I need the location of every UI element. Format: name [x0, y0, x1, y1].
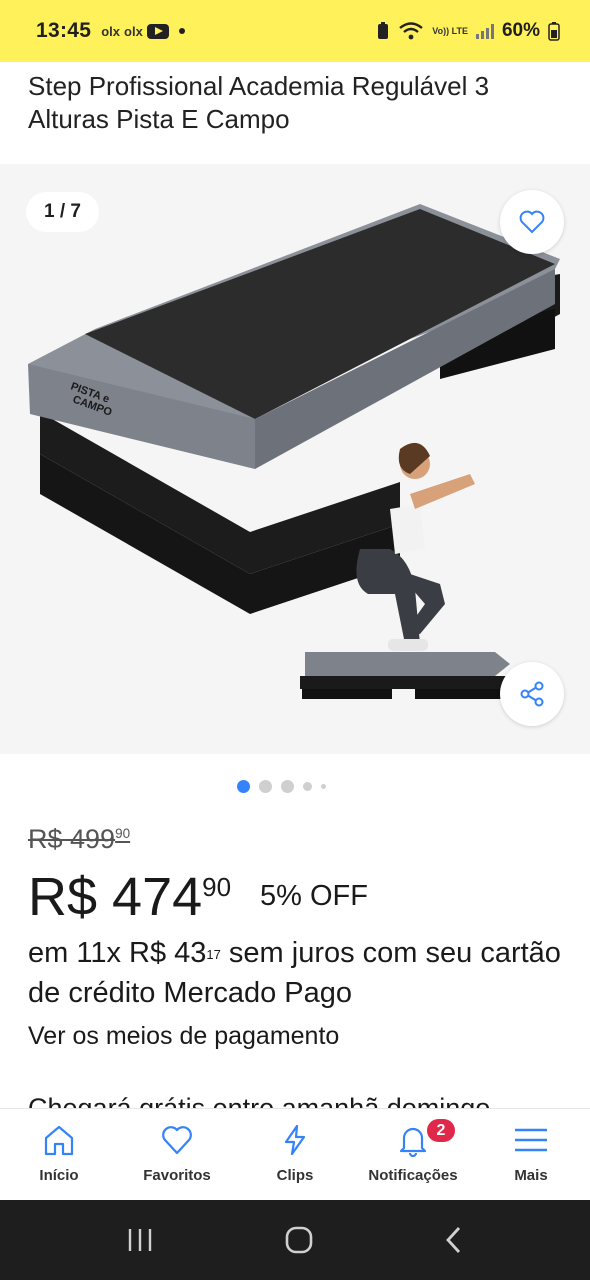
heart-icon [162, 1126, 192, 1155]
carousel-dot[interactable] [259, 780, 272, 793]
system-navigation-bar [0, 1200, 590, 1280]
notification-badge: 2 [425, 1117, 457, 1144]
wifi-icon [399, 22, 424, 40]
carousel-dot-active[interactable] [237, 780, 250, 793]
olx-notification-icon: olx [124, 23, 143, 39]
tab-mais[interactable]: Mais [472, 1109, 590, 1200]
olx-notification-icon: olx [101, 23, 121, 39]
tab-label: Clips [276, 1167, 314, 1184]
carousel-dot[interactable] [321, 784, 326, 789]
carousel-pagination[interactable] [237, 780, 326, 793]
step-platform-illustration: PISTA e CAMPO [28, 204, 560, 614]
carousel-dot[interactable] [281, 780, 294, 793]
back-icon[interactable] [443, 1225, 465, 1255]
home-icon [44, 1125, 74, 1156]
signal-icon [475, 23, 494, 39]
battery-saver-icon [378, 22, 389, 39]
product-image-gallery[interactable]: PISTA e CAMPO 1 / 7 [0, 164, 590, 754]
status-time: 13:45 [36, 19, 92, 42]
tab-clips[interactable]: Clips [236, 1109, 354, 1200]
home-button-icon[interactable] [284, 1225, 314, 1255]
discount-badge: 5% OFF [260, 880, 368, 912]
recent-apps-icon[interactable] [125, 1227, 155, 1253]
lte-indicator: Vo)) LTE [432, 25, 468, 36]
notification-app-icons: olx olx [101, 23, 169, 39]
status-indicators: Vo)) LTE 60% [376, 20, 560, 42]
tab-label: Notificações [368, 1167, 458, 1184]
battery-percent: 60% [501, 20, 540, 41]
more-notifications-dot [178, 28, 185, 34]
original-price: R$ 49990 [28, 824, 131, 854]
tab-label: Mais [514, 1167, 548, 1184]
carousel-dot[interactable] [303, 782, 312, 791]
youtube-icon [146, 23, 169, 39]
installment-info: em 11x R$ 4317 sem juros com seu cartão … [28, 937, 561, 1009]
status-bar: 13:45 olx olx Vo)) LTE 60% [0, 0, 590, 62]
product-title: Step Profissional Academia Regulável 3 A… [28, 71, 490, 134]
current-price: R$ 47490 [28, 867, 232, 927]
product-image: PISTA e CAMPO [28, 204, 560, 699]
tab-notificacoes[interactable]: 2 Notificações [354, 1109, 472, 1200]
tab-label: Início [39, 1167, 79, 1184]
battery-icon [548, 22, 560, 41]
payment-methods-link[interactable]: Ver os meios de pagamento [28, 1022, 339, 1051]
bottom-tab-bar: Início Favoritos Clips 2 Notificações Ma… [0, 1108, 590, 1200]
shipping-info: Chegará grátis entre amanhã domingo [28, 1093, 491, 1108]
tab-favoritos[interactable]: Favoritos [118, 1109, 236, 1200]
image-counter: 1 / 7 [26, 192, 99, 232]
bolt-icon [284, 1124, 306, 1156]
tab-inicio[interactable]: Início [0, 1109, 118, 1200]
share-icon [520, 681, 544, 707]
menu-icon [515, 1128, 547, 1152]
tab-label: Favoritos [143, 1167, 211, 1184]
favorite-button[interactable] [500, 190, 564, 254]
share-button[interactable] [500, 662, 564, 726]
heart-icon [519, 210, 545, 234]
